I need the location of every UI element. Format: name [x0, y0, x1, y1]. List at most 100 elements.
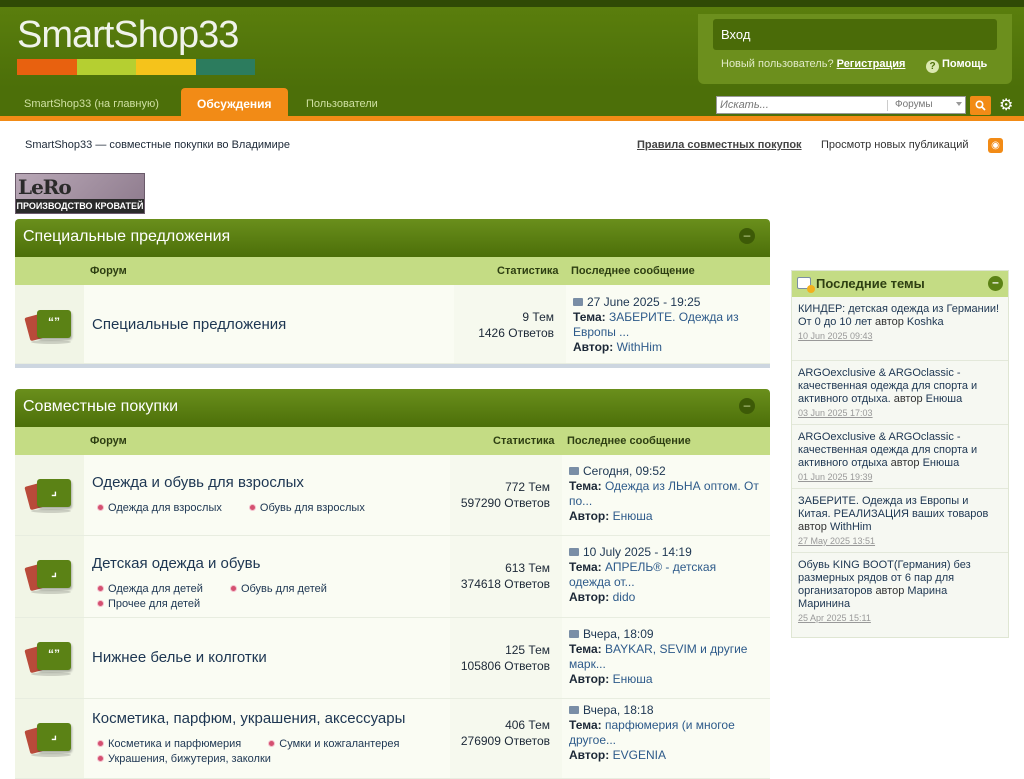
last-post-author[interactable]: WithHim [617, 340, 662, 354]
user-box: Вход Новый пользователь? Регистрация ? По… [698, 14, 1012, 84]
subforum-link[interactable]: Обувь для взрослых [248, 502, 377, 514]
topic-label: Тема: [569, 560, 602, 574]
subforum-link[interactable]: Сумки и кожгалантерея [268, 738, 411, 750]
forum-name[interactable]: Косметика, парфюм, украшения, аксессуары [92, 710, 405, 727]
last-post: Вчера, 18:18 Тема: парфюмерия (и многое … [569, 703, 759, 763]
rss-icon[interactable]: ◉ [988, 138, 1003, 153]
last-post-date[interactable]: 27 June 2025 - 19:25 [587, 295, 700, 309]
search-scope-select[interactable]: Форумы [895, 99, 933, 110]
recent-topic-author[interactable]: WithHim [830, 521, 872, 533]
collapse-icon[interactable]: – [739, 398, 755, 414]
search-icon [975, 100, 986, 111]
banner-brand: LeRo [18, 175, 72, 199]
category-title: Совместные покупки – [15, 389, 770, 427]
author-label: Автор: [569, 590, 610, 604]
help-link[interactable]: ? Помощь [926, 58, 987, 73]
category-block: Совместные покупки – Форум Статистика По… [15, 389, 770, 779]
author-label: Автор: [569, 509, 610, 523]
forum-folder-icon: ⌟ [24, 723, 71, 757]
subforum-link[interactable]: Украшения, бижутерия, заколки [97, 753, 283, 765]
tab-discussions[interactable]: Обсуждения [181, 88, 288, 121]
reply-count: 1426 Ответов [478, 326, 554, 340]
last-post-date[interactable]: Сегодня, 09:52 [583, 464, 666, 478]
last-post-author[interactable]: EVGENIA [613, 748, 666, 762]
category-title: Специальные предложения – [15, 219, 770, 257]
reply-count: 105806 Ответов [460, 659, 550, 673]
collapse-icon[interactable]: – [739, 228, 755, 244]
last-post-author[interactable]: Енюша [613, 672, 653, 686]
goto-arrow-icon[interactable] [573, 298, 583, 306]
breadcrumb[interactable]: SmartShop33 — совместные покупки во Влад… [25, 139, 290, 151]
subforum-dot-icon [97, 740, 104, 747]
recent-topic-author[interactable]: Koshka [907, 316, 944, 328]
forum-folder-icon: ⌟ [24, 479, 71, 513]
author-label: Автор: [569, 672, 610, 686]
topic-label: Тема: [569, 642, 602, 656]
recent-topic-author[interactable]: Енюша [926, 393, 963, 405]
subforum-link[interactable]: Одежда для взрослых [97, 502, 234, 514]
rules-link[interactable]: Правила совместных покупок [637, 139, 802, 151]
forum-row: ⌟ Детская одежда и обувь Одежда для дете… [15, 536, 770, 618]
subforum-list: Одежда для детей Обувь для детей Прочее … [97, 582, 457, 612]
col-forum: Форум [90, 435, 127, 447]
subforum-dot-icon [229, 585, 237, 592]
last-post-date[interactable]: 10 July 2025 - 14:19 [583, 545, 692, 559]
site-logo[interactable]: SmartShop33 [17, 15, 255, 75]
collapse-icon[interactable]: – [988, 276, 1003, 291]
new-user-prompt: Новый пользователь? Регистрация [721, 58, 905, 70]
forum-name[interactable]: Нижнее белье и колготки [92, 649, 267, 666]
col-stats: Статистика [493, 435, 555, 447]
subforum-dot-icon [97, 504, 104, 511]
register-link[interactable]: Регистрация [837, 58, 906, 70]
last-post-author[interactable]: dido [613, 590, 636, 604]
recent-topic-author[interactable]: Енюша [923, 457, 960, 469]
widget-title: Последние темы – [792, 271, 1008, 297]
login-button[interactable]: Вход [713, 19, 997, 50]
subforum-link[interactable]: Косметика и парфюмерия [97, 738, 253, 750]
topic-count: 772 Тем [505, 480, 550, 494]
main-nav: SmartShop33 (на главную) Обсуждения Поль… [0, 88, 1024, 121]
subforum-link[interactable]: Прочее для детей [97, 598, 212, 610]
category-title-text[interactable]: Совместные покупки [23, 398, 178, 415]
recent-topic-title[interactable]: ЗАБЕРИТЕ. Одежда из Европы и Китая. РЕАЛ… [798, 495, 988, 520]
goto-arrow-icon[interactable] [569, 630, 579, 638]
col-stats: Статистика [497, 265, 559, 277]
forum-stats: 613 Тем 374618 Ответов [450, 536, 562, 617]
recent-topic-date: 27 May 2025 13:51 [798, 536, 876, 546]
category-title-text[interactable]: Специальные предложения [23, 228, 230, 245]
forum-name[interactable]: Детская одежда и обувь [92, 555, 260, 572]
subforum-link[interactable]: Обувь для детей [229, 583, 339, 595]
goto-arrow-icon[interactable] [569, 548, 579, 556]
logo-bar [136, 59, 196, 75]
forum-name[interactable]: Одежда и обувь для взрослых [92, 474, 304, 491]
goto-arrow-icon[interactable] [569, 467, 579, 475]
logo-bar [17, 59, 77, 75]
last-post: 10 July 2025 - 14:19 Тема: АПРЕЛЬ® - дет… [569, 545, 759, 605]
last-post-date[interactable]: Вчера, 18:09 [583, 627, 654, 641]
category-column-headers: Форум Статистика Последнее сообщение [15, 427, 770, 455]
col-last-post: Последнее сообщение [571, 265, 695, 277]
subforum-dot-icon [268, 740, 276, 747]
reply-count: 597290 Ответов [460, 496, 550, 510]
search-button[interactable] [970, 96, 991, 115]
ad-banner[interactable]: LeRo ПРОИЗВОДСТВО КРОВАТЕЙ [15, 173, 145, 214]
author-label: Автор: [569, 748, 610, 762]
forum-stats: 406 Тем 276909 Ответов [450, 699, 562, 778]
new-posts-link[interactable]: Просмотр новых публикаций [821, 139, 969, 151]
forum-stats: 125 Тем 105806 Ответов [450, 618, 562, 698]
last-post-author[interactable]: Енюша [613, 509, 653, 523]
forum-name[interactable]: Специальные предложения [92, 316, 286, 333]
subforum-list: Косметика и парфюмерия Сумки и кожгалант… [97, 737, 457, 767]
forum-chat-icon: “” [24, 642, 71, 676]
last-post: Вчера, 18:09 Тема: BAYKAR, SEVIM и други… [569, 627, 759, 687]
tab-home[interactable]: SmartShop33 (на главную) [24, 88, 159, 121]
subforum-dot-icon [248, 504, 256, 511]
gear-icon[interactable]: ⚙ [999, 95, 1013, 115]
tab-users[interactable]: Пользователи [306, 88, 378, 121]
subforum-link[interactable]: Одежда для детей [97, 583, 215, 595]
forum-stats: 9 Тем 1426 Ответов [454, 285, 566, 363]
last-post-date[interactable]: Вчера, 18:18 [583, 703, 654, 717]
search-input[interactable] [717, 97, 885, 113]
forum-icon-cell: ⌟ [15, 455, 84, 535]
goto-arrow-icon[interactable] [569, 706, 579, 714]
